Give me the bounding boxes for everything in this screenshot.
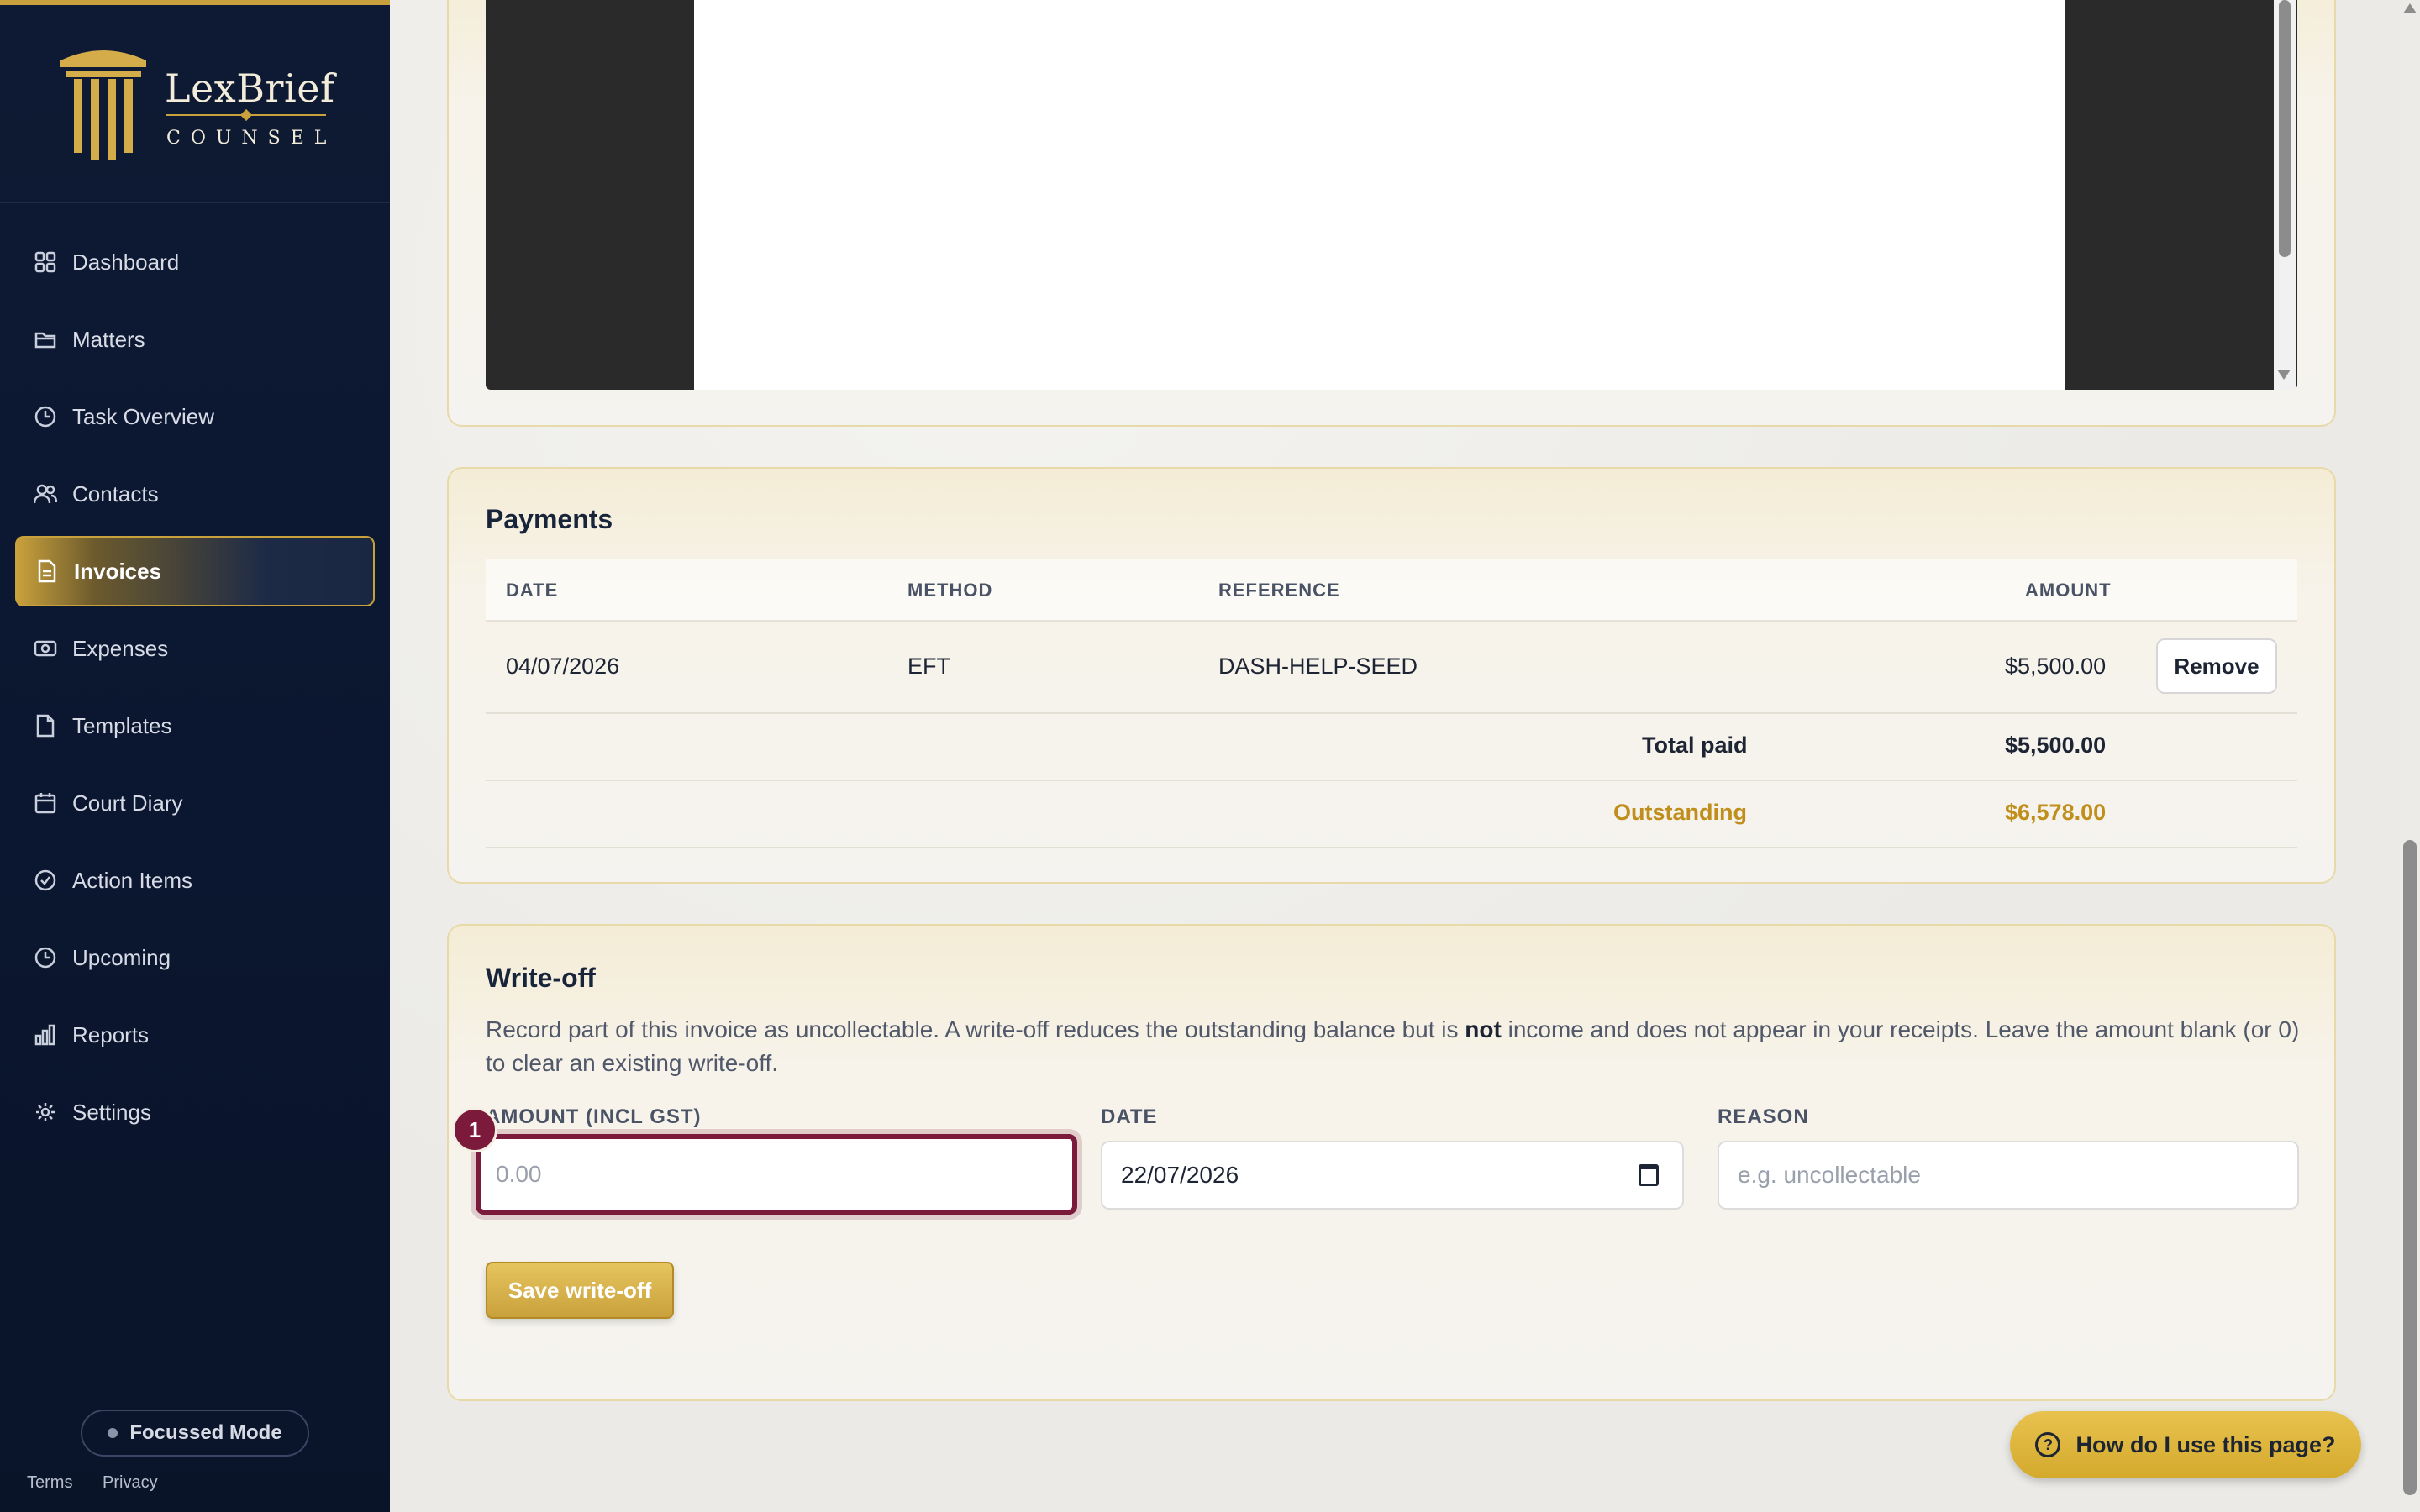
sidebar-item-action-items[interactable]: Action Items xyxy=(15,845,375,916)
focus-indicator-dot xyxy=(108,1428,118,1438)
total-paid-value: $5,500.00 xyxy=(2005,732,2107,758)
sidebar-item-contacts[interactable]: Contacts xyxy=(15,459,375,529)
gear-icon xyxy=(34,1100,57,1124)
desc-bold: not xyxy=(1465,1016,1502,1042)
payment-amount: $5,500.00 xyxy=(2005,654,2107,679)
help-label: How do I use this page? xyxy=(2075,1431,2336,1457)
question-icon: ? xyxy=(2035,1432,2061,1457)
sidebar-item-label: Invoices xyxy=(74,558,162,584)
date-label: DATE xyxy=(1101,1105,1158,1128)
sidebar-item-label: Dashboard xyxy=(72,249,180,275)
calendar-icon xyxy=(34,791,57,815)
pdf-page xyxy=(694,0,2065,390)
sidebar-item-court-diary[interactable]: Court Diary xyxy=(15,768,375,838)
file-icon xyxy=(34,714,57,738)
clock-icon xyxy=(34,946,57,969)
sidebar-item-label: Matters xyxy=(72,326,145,352)
sidebar-item-matters[interactable]: Matters xyxy=(15,304,375,375)
help-button[interactable]: ? How do I use this page? xyxy=(2010,1411,2361,1478)
date-value: 22/07/2026 xyxy=(1121,1162,1239,1188)
date-input[interactable]: 22/07/2026 xyxy=(1101,1141,1684,1210)
amount-label: AMOUNT (INCL GST) xyxy=(486,1105,702,1128)
folder-icon xyxy=(34,328,57,351)
users-icon xyxy=(34,482,57,506)
desc-text: Record part of this invoice as uncollect… xyxy=(486,1016,1465,1042)
sidebar-item-label: Settings xyxy=(72,1099,151,1125)
col-amount: AMOUNT xyxy=(2025,580,2112,601)
sidebar-item-label: Court Diary xyxy=(72,790,183,816)
sidebar-item-label: Upcoming xyxy=(72,944,171,970)
step-badge: 1 xyxy=(452,1107,497,1152)
save-writeoff-button[interactable]: Save write-off xyxy=(486,1262,674,1319)
total-paid-label: Total paid xyxy=(1642,732,1748,758)
sidebar-item-dashboard[interactable]: Dashboard xyxy=(15,227,375,297)
writeoff-description: Record part of this invoice as uncollect… xyxy=(486,1013,2301,1080)
reason-label: REASON xyxy=(1718,1105,1809,1128)
brand-diamond xyxy=(239,108,253,122)
brand-logo[interactable]: LexBrief COUNSEL xyxy=(50,45,336,171)
calendar-icon[interactable] xyxy=(1639,1164,1659,1186)
col-method: METHOD xyxy=(908,580,993,601)
focus-mode-toggle[interactable]: Focussed Mode xyxy=(81,1410,309,1457)
sidebar-item-expenses[interactable]: Expenses xyxy=(15,613,375,684)
payment-date: 04/07/2026 xyxy=(506,654,620,679)
sidebar-divider xyxy=(0,202,390,203)
sidebar-item-reports[interactable]: Reports xyxy=(15,1000,375,1070)
total-paid-row: Total paid $5,500.00 xyxy=(486,714,2297,781)
sidebar: LexBrief COUNSEL Dashboard Matters Task … xyxy=(0,0,390,1512)
col-date: DATE xyxy=(506,580,559,601)
sidebar-item-settings[interactable]: Settings xyxy=(15,1077,375,1147)
outstanding-row: Outstanding $6,578.00 xyxy=(486,781,2297,848)
privacy-link[interactable]: Privacy xyxy=(103,1473,158,1492)
sidebar-item-label: Templates xyxy=(72,712,172,738)
terms-link[interactable]: Terms xyxy=(27,1473,72,1492)
table-row: 04/07/2026 EFT DASH-HELP-SEED $5,500.00 xyxy=(486,622,2297,714)
outstanding-label: Outstanding xyxy=(1613,800,1747,825)
amount-input[interactable]: 0.00 xyxy=(476,1134,1077,1215)
reason-input[interactable]: e.g. uncollectable xyxy=(1718,1141,2299,1210)
wallet-icon xyxy=(34,637,57,660)
pillar-logo-icon xyxy=(60,50,146,160)
clock-icon xyxy=(34,405,57,428)
sidebar-item-label: Reports xyxy=(72,1021,150,1047)
sidebar-item-label: Action Items xyxy=(72,867,193,893)
brand-subtitle: COUNSEL xyxy=(166,128,337,149)
remove-payment-button[interactable]: Remove xyxy=(2156,638,2277,694)
page-scroll-up-arrow[interactable] xyxy=(2403,3,2417,13)
grid-icon xyxy=(34,250,57,274)
brand-name: LexBrief xyxy=(165,66,335,111)
sidebar-item-label: Contacts xyxy=(72,480,159,507)
outstanding-value: $6,578.00 xyxy=(2005,800,2107,825)
footer-links: Terms Privacy xyxy=(27,1473,183,1493)
sidebar-item-templates[interactable]: Templates xyxy=(15,690,375,761)
page-scroll-thumb[interactable] xyxy=(2403,840,2417,1495)
payment-reference: DASH-HELP-SEED xyxy=(1218,654,1418,679)
sidebar-item-label: Expenses xyxy=(72,635,169,661)
payments-title: Payments xyxy=(486,504,613,534)
bar-chart-icon xyxy=(34,1023,57,1047)
sidebar-item-label: Task Overview xyxy=(72,403,215,429)
document-icon xyxy=(35,559,59,583)
pdf-scroll-thumb[interactable] xyxy=(2279,0,2291,257)
sidebar-item-upcoming[interactable]: Upcoming xyxy=(15,922,375,993)
sidebar-item-task-overview[interactable]: Task Overview xyxy=(15,381,375,452)
payment-method: EFT xyxy=(908,654,950,679)
col-reference: REFERENCE xyxy=(1218,580,1340,601)
focus-mode-label: Focussed Mode xyxy=(129,1421,282,1444)
writeoff-title: Write-off xyxy=(486,963,596,993)
payments-table-header: DATE METHOD REFERENCE AMOUNT xyxy=(486,559,2297,622)
check-circle-icon xyxy=(34,869,57,892)
pdf-scroll-down-arrow[interactable] xyxy=(2277,370,2291,380)
sidebar-item-invoices[interactable]: Invoices xyxy=(15,536,375,606)
